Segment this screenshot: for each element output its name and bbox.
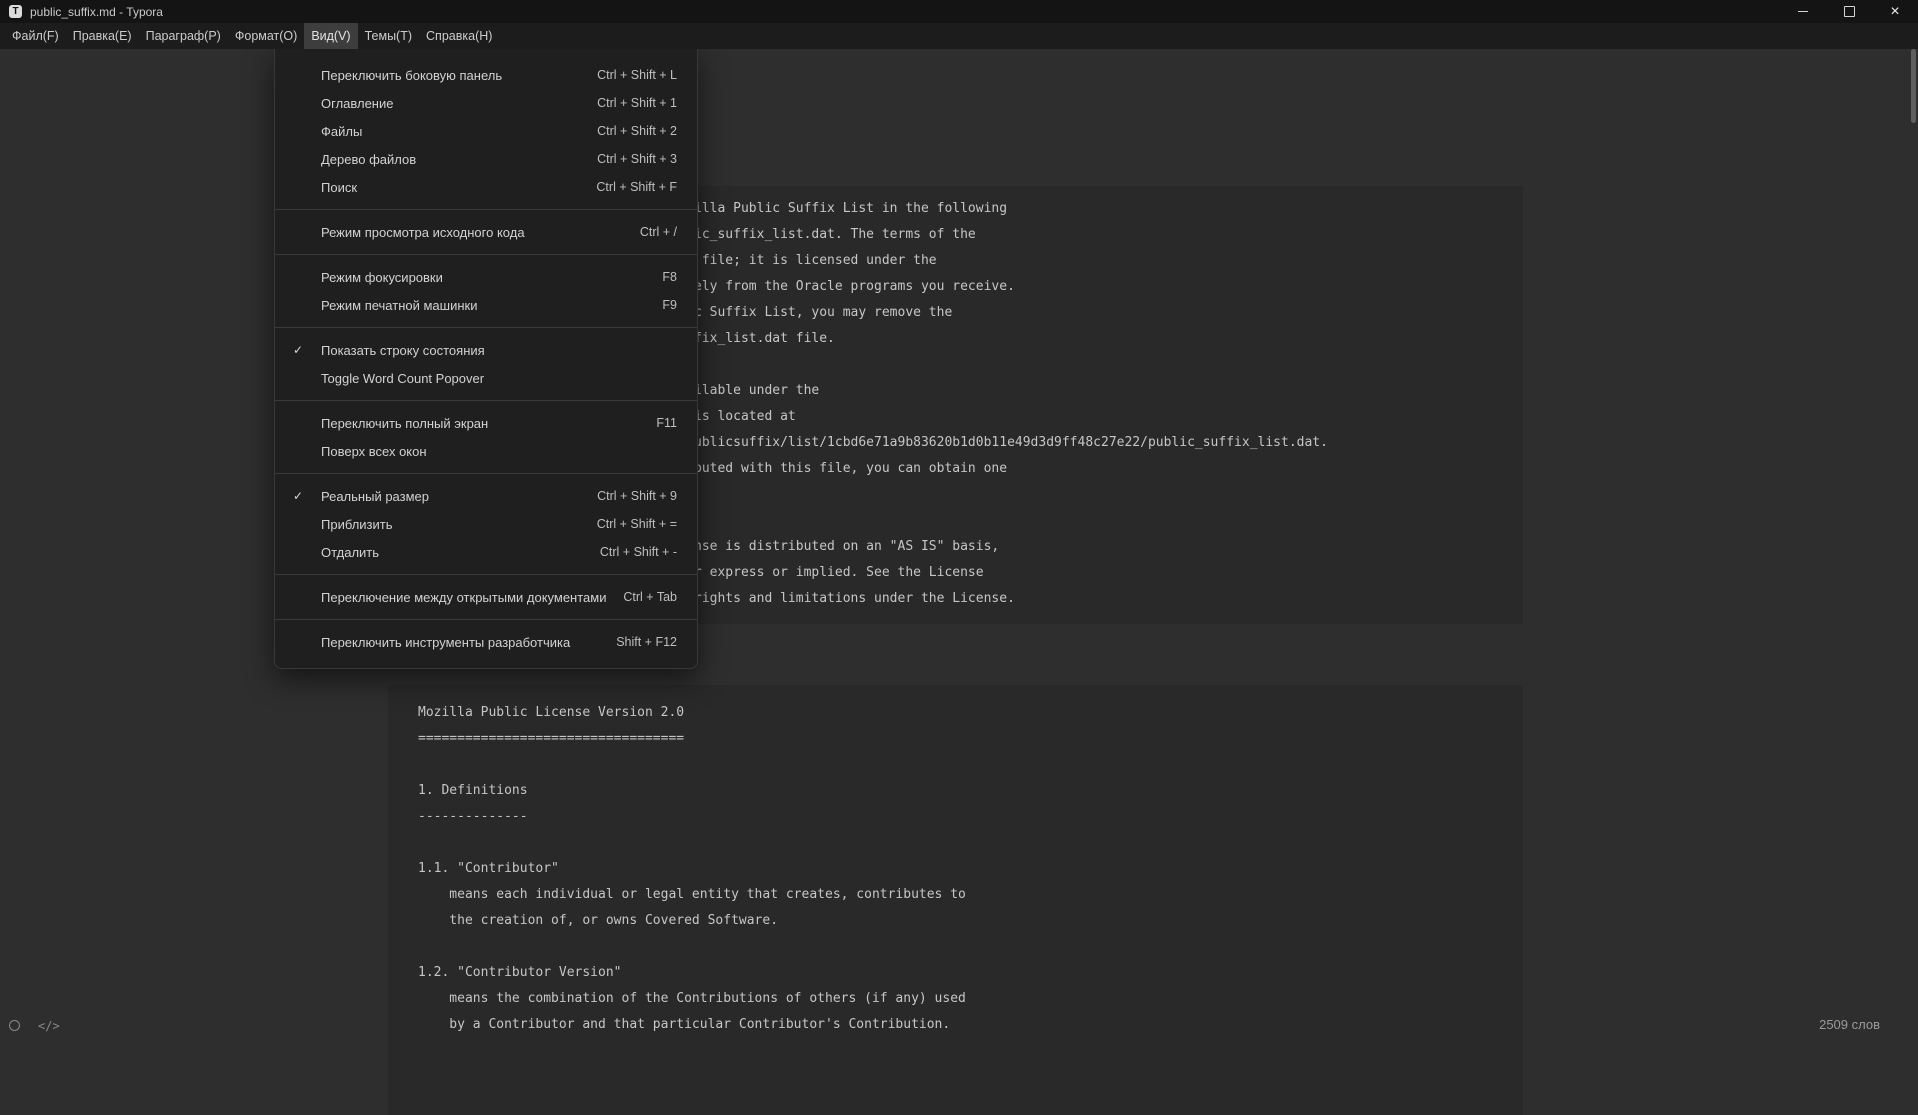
menu-item[interactable]: Переключение между открытыми документами… [275, 583, 697, 611]
menu-separator [275, 254, 697, 255]
code-line: Mozilla Public License Version 2.0 [418, 700, 1493, 726]
menu-item-label: Режим печатной машинки [321, 298, 646, 313]
menu-item-label: Переключить полный экран [321, 416, 640, 431]
menu-separator [275, 473, 697, 474]
menu-item-label: Файлы [321, 124, 581, 139]
menu-separator [275, 400, 697, 401]
menu-item-label: Toggle Word Count Popover [321, 371, 661, 386]
menu-item[interactable]: Toggle Word Count Popover [275, 364, 697, 392]
menubar-item-вид[interactable]: Вид(V) [304, 23, 357, 49]
window-controls: × [1780, 0, 1918, 23]
code-line [418, 752, 1493, 778]
menu-item-shortcut: Ctrl + Shift + 3 [597, 152, 677, 166]
close-button[interactable]: × [1872, 0, 1918, 23]
menu-separator [275, 574, 697, 575]
code-line: means the combination of the Contributio… [418, 986, 1493, 1012]
menu-item[interactable]: Переключить боковую панель Ctrl + Shift +… [275, 61, 697, 89]
menu-item-label: Оглавление [321, 96, 581, 111]
menu-item-label: Поверх всех окон [321, 444, 661, 459]
menubar-item-темы[interactable]: Темы(T) [358, 23, 419, 49]
menu-item-shortcut: Ctrl + Shift + = [597, 517, 677, 531]
source-code-mode-icon[interactable]: </> [38, 1019, 60, 1033]
view-menu: Переключить боковую панель Ctrl + Shift +… [274, 49, 698, 669]
title-bar: T public_suffix.md - Typora × [0, 0, 1918, 23]
menu-bar: Файл(F)Правка(E)Параграф(P)Формат(O)Вид(… [0, 23, 1918, 49]
code-line: 1. Definitions [418, 778, 1493, 804]
menubar-item-файл[interactable]: Файл(F) [5, 23, 66, 49]
menu-item-shortcut: Ctrl + Shift + 1 [597, 96, 677, 110]
menubar-item-формат[interactable]: Формат(O) [228, 23, 304, 49]
maximize-icon [1844, 6, 1855, 17]
menubar-item-правка[interactable]: Правка(E) [66, 23, 139, 49]
menu-item-label: Отдалить [321, 545, 584, 560]
menu-item-shortcut: Ctrl + Shift + - [600, 545, 677, 559]
checkmark-icon: ✓ [275, 489, 321, 503]
menu-item-label: Показать строку состояния [321, 343, 661, 358]
menu-item-label: Дерево файлов [321, 152, 581, 167]
menu-item[interactable]: ✓Реальный размер Ctrl + Shift + 9 [275, 482, 697, 510]
menu-item-label: Переключить инструменты разработчика [321, 635, 600, 650]
menu-item[interactable]: Файлы Ctrl + Shift + 2 [275, 117, 697, 145]
menu-item-label: Режим просмотра исходного кода [321, 225, 624, 240]
menu-item[interactable]: Отдалить Ctrl + Shift + - [275, 538, 697, 566]
menu-item-shortcut: Ctrl + Tab [623, 590, 677, 604]
menu-item-label: Переключить боковую панель [321, 68, 581, 83]
menu-item-shortcut: Shift + F12 [616, 635, 677, 649]
outline-circle-icon[interactable] [9, 1020, 20, 1031]
code-line: 1.1. "Contributor" [418, 856, 1493, 882]
word-count[interactable]: 2509 слов [1819, 1017, 1880, 1032]
menu-item[interactable]: Поиск Ctrl + Shift + F [275, 173, 697, 201]
menu-separator [275, 619, 697, 620]
code-line: means each individual or legal entity th… [418, 882, 1493, 908]
menubar-item-параграф[interactable]: Параграф(P) [139, 23, 228, 49]
menu-item-shortcut: Ctrl + Shift + 2 [597, 124, 677, 138]
menu-item[interactable]: Оглавление Ctrl + Shift + 1 [275, 89, 697, 117]
menu-item-label: Поиск [321, 180, 580, 195]
menu-item[interactable]: Поверх всех окон [275, 437, 697, 465]
menu-item-shortcut: Ctrl + Shift + 9 [597, 489, 677, 503]
code-line: -------------- [418, 804, 1493, 830]
menu-item[interactable]: Приблизить Ctrl + Shift + = [275, 510, 697, 538]
code-line [418, 934, 1493, 960]
menu-item-label: Приблизить [321, 517, 581, 532]
minimize-icon [1798, 11, 1808, 12]
minimize-button[interactable] [1780, 0, 1826, 23]
window-title: public_suffix.md - Typora [30, 5, 163, 19]
close-icon: × [1890, 4, 1899, 20]
menu-item[interactable]: Переключить инструменты разработчика Shif… [275, 628, 697, 656]
menubar-item-справка[interactable]: Справка(H) [419, 23, 499, 49]
menu-item-shortcut: F8 [662, 270, 677, 284]
menu-item-shortcut: Ctrl + / [640, 225, 677, 239]
checkmark-icon: ✓ [275, 343, 321, 357]
menu-item[interactable]: Переключить полный экран F11 [275, 409, 697, 437]
code-block-2[interactable]: Mozilla Public License Version 2.0======… [388, 685, 1523, 1115]
code-line [418, 830, 1493, 856]
menu-separator [275, 327, 697, 328]
menu-item-label: Реальный размер [321, 489, 581, 504]
menu-item-shortcut: Ctrl + Shift + F [596, 180, 677, 194]
menu-item-shortcut: Ctrl + Shift + L [597, 68, 677, 82]
menu-separator [275, 209, 697, 210]
menu-item-shortcut: F11 [656, 416, 677, 430]
typora-logo-icon: T [9, 5, 22, 18]
menu-item[interactable]: Режим печатной машинки F9 [275, 291, 697, 319]
code-line: ================================== [418, 726, 1493, 752]
code-line: by a Contributor and that particular Con… [418, 1012, 1493, 1038]
typora-window: T public_suffix.md - Typora × Файл(F)Пра… [0, 0, 1918, 1041]
menu-item[interactable]: ✓Показать строку состояния [275, 336, 697, 364]
maximize-button[interactable] [1826, 0, 1872, 23]
menu-item-label: Режим фокусировки [321, 270, 646, 285]
code-line: the creation of, or owns Covered Softwar… [418, 908, 1493, 934]
menu-item[interactable]: Дерево файлов Ctrl + Shift + 3 [275, 145, 697, 173]
menu-item-shortcut: F9 [662, 298, 677, 312]
menu-item[interactable]: Режим просмотра исходного кода Ctrl + / [275, 218, 697, 246]
vertical-scrollbar-thumb[interactable] [1911, 49, 1916, 123]
menu-item[interactable]: Режим фокусировки F8 [275, 263, 697, 291]
code-line: 1.2. "Contributor Version" [418, 960, 1493, 986]
menu-item-label: Переключение между открытыми документами [321, 590, 607, 605]
